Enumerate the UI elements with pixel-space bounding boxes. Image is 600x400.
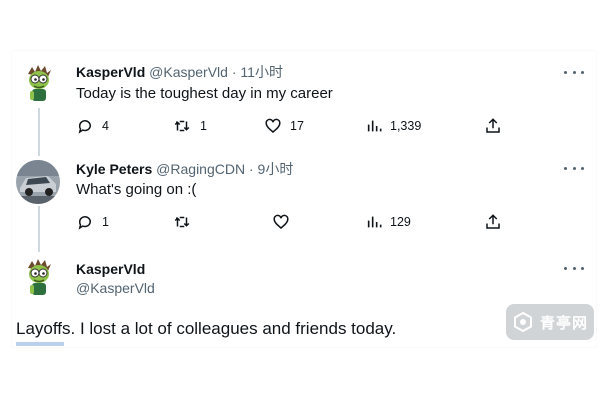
separator-dot: · (248, 161, 254, 177)
like-count: 17 (290, 119, 304, 133)
tweet-time[interactable]: 9小时 (258, 161, 294, 177)
cropped-text-fragment (16, 342, 64, 346)
reply-icon (78, 120, 91, 134)
retweet-icon (174, 216, 190, 228)
reply-icon (78, 216, 91, 230)
tweet-actions: 4 1 17 1,339 (76, 116, 506, 136)
watermark-text: 青亭网 (540, 314, 589, 332)
watermark: 青亭网 (506, 304, 594, 340)
tweet-time[interactable]: 11小时 (240, 64, 283, 80)
views-count: 129 (390, 215, 411, 229)
views-button[interactable]: 1,339 (366, 116, 421, 136)
more-icon[interactable] (564, 66, 584, 78)
more-icon[interactable] (564, 162, 584, 174)
avatar[interactable] (18, 62, 58, 102)
separator-dot: · (231, 64, 237, 80)
avatar[interactable] (16, 160, 60, 204)
views-icon (367, 216, 382, 228)
tweet-header: KasperVld @KasperVld · 11小时 (76, 63, 283, 81)
tweet-thread-screenshot: KasperVld @KasperVld · 11小时 Today is the… (0, 0, 600, 400)
author-name[interactable]: KasperVld (76, 261, 145, 277)
reply-button[interactable]: 1 (76, 212, 109, 232)
thread-line (38, 108, 40, 156)
like-icon (265, 118, 281, 133)
tweet-header: Kyle Peters @RagingCDN · 9小时 (76, 160, 293, 178)
cartoon-character-avatar-icon (18, 62, 58, 102)
views-icon (367, 120, 382, 132)
tweet-text: Today is the toughest day in my career (76, 85, 333, 102)
author-name-line: KasperVld (76, 260, 145, 278)
watermark-logo-icon (514, 311, 532, 333)
tweet-text: What's going on :( (76, 181, 197, 198)
reply-count: 1 (102, 215, 109, 229)
reply-count: 4 (102, 119, 109, 133)
more-icon[interactable] (564, 262, 584, 274)
retweet-button[interactable]: 1 (172, 116, 207, 136)
thread-line (38, 206, 40, 252)
retweet-icon (174, 120, 190, 132)
share-icon (486, 118, 500, 133)
author-handle[interactable]: @KasperVld (76, 280, 155, 296)
author-handle[interactable]: @KasperVld (149, 64, 228, 80)
share-button[interactable] (484, 116, 502, 136)
author-name[interactable]: KasperVld (76, 64, 145, 80)
reply-button[interactable]: 4 (76, 116, 109, 136)
avatar[interactable] (18, 256, 58, 296)
share-button[interactable] (484, 212, 502, 232)
like-button[interactable] (272, 212, 298, 232)
retweet-button[interactable] (172, 212, 200, 232)
tweet-text: Layoffs. I lost a lot of colleagues and … (16, 319, 397, 338)
share-icon (486, 214, 500, 229)
author-handle-line: @KasperVld (76, 279, 155, 297)
author-name[interactable]: Kyle Peters (76, 161, 152, 177)
tweet-actions: 1 129 (76, 212, 506, 232)
like-button[interactable]: 17 (264, 116, 304, 136)
retweet-count: 1 (200, 119, 207, 133)
car-photo-avatar-icon (16, 160, 60, 204)
cartoon-character-avatar-icon (18, 256, 58, 296)
views-count: 1,339 (390, 119, 422, 133)
like-icon (273, 214, 289, 229)
views-button[interactable]: 129 (366, 212, 411, 232)
author-handle[interactable]: @RagingCDN (156, 161, 245, 177)
